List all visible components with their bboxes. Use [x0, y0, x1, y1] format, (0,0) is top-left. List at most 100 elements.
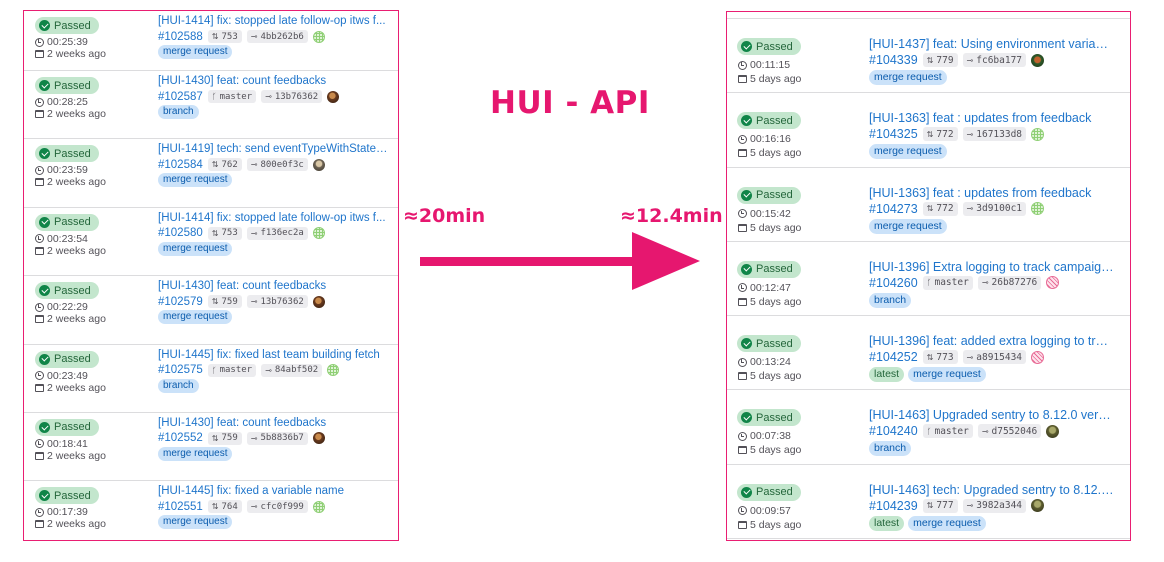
- commit-title-link[interactable]: [HUI-1437] feat: Using environment varia…: [869, 37, 1114, 51]
- latest-badge: latest: [869, 367, 905, 383]
- commit-title-link[interactable]: [HUI-1419] tech: send eventTypeWithState…: [158, 143, 390, 155]
- pipeline-id-link[interactable]: #102551: [158, 501, 203, 513]
- pipeline-id-link[interactable]: #102552: [158, 432, 203, 444]
- merge-request-ref[interactable]: ⇅ 772: [922, 201, 958, 216]
- commit-title-link[interactable]: [HUI-1430] feat: count feedbacks: [158, 280, 390, 292]
- merge-request-ref[interactable]: ⇅ 759: [207, 295, 242, 309]
- branch-ref[interactable]: ᚴ master: [207, 90, 257, 103]
- status-badge[interactable]: Passed: [35, 418, 99, 436]
- status-badge[interactable]: Passed: [737, 335, 801, 353]
- commit-sha[interactable]: ⊸ fc6ba177: [962, 53, 1027, 67]
- author-avatar[interactable]: [1031, 127, 1045, 141]
- pipeline-badges: merge request: [158, 310, 233, 325]
- status-badge[interactable]: Passed: [35, 282, 99, 300]
- pipeline-id-link[interactable]: #102584: [158, 159, 203, 171]
- author-avatar[interactable]: [327, 90, 340, 103]
- commit-title-link[interactable]: [HUI-1396] Extra logging to track campai…: [869, 260, 1114, 274]
- merge-request-ref[interactable]: ⇅ 753: [207, 30, 242, 43]
- commit-sha[interactable]: ⊸ 3982a344: [962, 498, 1027, 513]
- merge-request-ref[interactable]: ⇅ 773: [922, 350, 958, 365]
- commit-sha[interactable]: ⊸ 13b76362: [261, 90, 323, 103]
- commit-sha[interactable]: ⊸ 84abf502: [261, 363, 323, 377]
- merge-request-ref[interactable]: ⇅ 772: [922, 127, 958, 142]
- author-avatar[interactable]: [312, 295, 325, 308]
- pipeline-id-link[interactable]: #104252: [869, 350, 918, 364]
- commit-title-link[interactable]: [HUI-1445] fix: fixed last team building…: [158, 349, 390, 361]
- pipeline-id-link[interactable]: #102580: [158, 227, 203, 239]
- author-avatar[interactable]: [312, 30, 325, 43]
- author-avatar[interactable]: [312, 227, 325, 240]
- commit-sha[interactable]: ⊸ a8915434: [962, 350, 1027, 365]
- pipeline-id-link[interactable]: #102587: [158, 91, 203, 103]
- commit-sha[interactable]: ⊸ 167133d8: [962, 127, 1027, 142]
- merge-request-ref[interactable]: ⇅ 779: [922, 53, 958, 67]
- commit-sha[interactable]: ⊸ cfc0f999: [246, 500, 308, 514]
- branch-ref[interactable]: ᚴ master: [207, 363, 257, 377]
- commit-icon: ⊸: [250, 32, 258, 41]
- pipeline-id-link[interactable]: #104325: [869, 127, 918, 141]
- commit-sha[interactable]: ⊸ 26b87276: [977, 275, 1042, 290]
- status-badge[interactable]: Passed: [737, 112, 801, 130]
- commit-sha[interactable]: ⊸ f136ec2a: [246, 226, 308, 240]
- status-badge[interactable]: Passed: [35, 350, 99, 368]
- pipeline-id-link[interactable]: #104239: [869, 499, 918, 513]
- pipeline-id-link[interactable]: #102579: [158, 296, 203, 308]
- commit-title-link[interactable]: [HUI-1430] feat: count feedbacks: [158, 417, 390, 429]
- status-badge[interactable]: Passed: [35, 145, 99, 163]
- author-avatar[interactable]: [1031, 53, 1045, 67]
- commit-title-link[interactable]: [HUI-1414] fix: stopped late follow-op i…: [158, 15, 390, 27]
- merge-request-ref[interactable]: ⇅ 764: [207, 500, 242, 514]
- commit-sha[interactable]: ⊸ 800e0f3c: [246, 158, 308, 172]
- status-badge[interactable]: Passed: [737, 260, 801, 278]
- status-badge[interactable]: Passed: [35, 487, 99, 505]
- merge-request-ref[interactable]: ⇅ 753: [207, 226, 242, 240]
- pipeline-id-link[interactable]: #104273: [869, 202, 918, 216]
- clock-icon: [738, 357, 747, 367]
- status-badge[interactable]: Passed: [737, 38, 801, 55]
- commit-title-link[interactable]: [HUI-1363] feat : updates from feedback: [869, 111, 1114, 125]
- status-badge[interactable]: Passed: [737, 409, 801, 427]
- pipeline-id-link[interactable]: #104260: [869, 276, 918, 290]
- commit-title-link[interactable]: [HUI-1463] Upgraded sentry to 8.12.0 ver…: [869, 408, 1114, 422]
- commit-title-link[interactable]: [HUI-1445] fix: fixed a variable name: [158, 485, 390, 497]
- status-badge[interactable]: Passed: [35, 213, 99, 231]
- pipeline-id-link[interactable]: #102588: [158, 31, 203, 43]
- author-avatar[interactable]: [1046, 424, 1060, 438]
- duration: 00:17:39: [35, 506, 88, 518]
- status-badge[interactable]: Passed: [737, 186, 801, 204]
- pipeline-id-link[interactable]: #104339: [869, 53, 918, 67]
- commit-icon: ⊸: [981, 426, 989, 436]
- author-avatar[interactable]: [312, 500, 325, 513]
- commit-sha[interactable]: ⊸ 13b76362: [246, 295, 308, 309]
- merge-request-icon: ⇅: [211, 502, 219, 512]
- commit-sha[interactable]: ⊸ d7552046: [977, 424, 1042, 439]
- commit-sha[interactable]: ⊸ 4bb262b6: [246, 30, 308, 43]
- created-time-text: 2 weeks ago: [47, 244, 106, 257]
- calendar-icon: [738, 75, 747, 83]
- author-avatar[interactable]: [1031, 499, 1045, 513]
- branch-ref[interactable]: ᚴ master: [922, 424, 973, 439]
- status-badge[interactable]: Passed: [737, 483, 801, 501]
- commit-title-link[interactable]: [HUI-1463] tech: Upgraded sentry to 8.12…: [869, 483, 1114, 497]
- author-avatar[interactable]: [312, 432, 325, 445]
- clock-icon: [738, 134, 747, 144]
- merge-request-ref[interactable]: ⇅ 762: [207, 158, 242, 172]
- author-avatar[interactable]: [327, 364, 340, 377]
- commit-title-link[interactable]: [HUI-1414] fix: stopped late follow-op i…: [158, 212, 390, 224]
- commit-sha[interactable]: ⊸ 3d9100c1: [962, 201, 1027, 216]
- commit-title-link[interactable]: [HUI-1396] feat: added extra logging to …: [869, 334, 1114, 348]
- author-avatar[interactable]: [1031, 350, 1045, 364]
- status-badge[interactable]: Passed: [35, 77, 99, 94]
- author-avatar[interactable]: [312, 158, 325, 171]
- status-badge[interactable]: Passed: [35, 17, 99, 34]
- pipeline-id-link[interactable]: #104240: [869, 424, 918, 438]
- branch-ref[interactable]: ᚴ master: [922, 275, 973, 290]
- author-avatar[interactable]: [1031, 202, 1045, 216]
- commit-sha[interactable]: ⊸ 5b8836b7: [246, 431, 308, 445]
- commit-title-link[interactable]: [HUI-1430] feat: count feedbacks: [158, 75, 390, 87]
- pipeline-id-link[interactable]: #102575: [158, 364, 203, 376]
- merge-request-ref[interactable]: ⇅ 759: [207, 431, 242, 445]
- commit-title-link[interactable]: [HUI-1363] feat : updates from feedback: [869, 186, 1114, 200]
- merge-request-ref[interactable]: ⇅ 777: [922, 498, 958, 513]
- author-avatar[interactable]: [1046, 276, 1060, 290]
